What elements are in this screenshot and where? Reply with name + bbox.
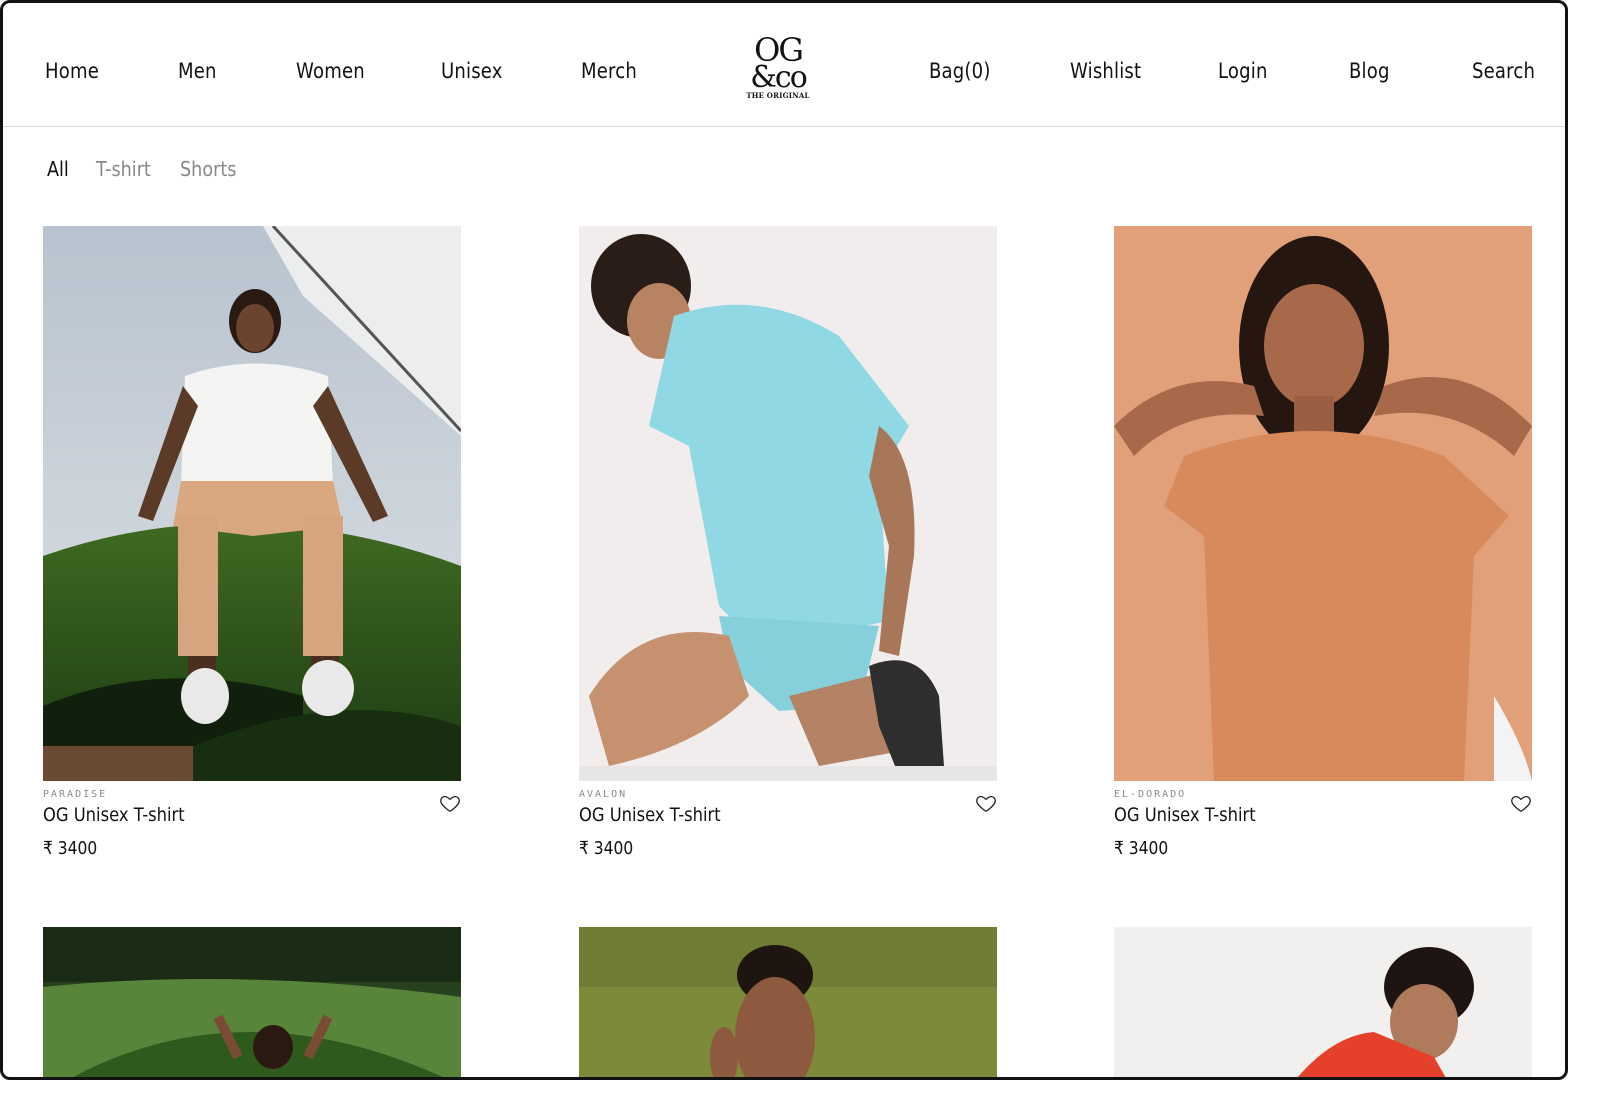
product-photo-paradise: [43, 226, 461, 781]
product-image[interactable]: [43, 927, 461, 1077]
nav-wishlist[interactable]: Wishlist: [1070, 59, 1141, 83]
nav-blog[interactable]: Blog: [1349, 59, 1390, 83]
product-name[interactable]: OG Unisex T-shirt: [43, 804, 185, 826]
product-collection: AVALON: [579, 789, 628, 800]
product-price: ₹ 3400: [43, 838, 98, 859]
logo-line-2: &co: [750, 60, 808, 95]
filter-shorts[interactable]: Shorts: [180, 157, 236, 181]
filter-all[interactable]: All: [47, 157, 69, 181]
browser-frame: Home Men Women Unisex Merch OG &co THE O…: [0, 0, 1568, 1080]
nav-men[interactable]: Men: [178, 59, 217, 83]
brand-logo[interactable]: OG &co THE ORIGINAL: [745, 34, 811, 107]
product-card[interactable]: [1114, 927, 1532, 1077]
product-collection: EL-DORADO: [1114, 789, 1187, 800]
product-name[interactable]: OG Unisex T-shirt: [579, 804, 721, 826]
product-image[interactable]: [1114, 226, 1532, 781]
nav-login[interactable]: Login: [1218, 59, 1268, 83]
wishlist-heart-icon[interactable]: [975, 792, 997, 814]
product-image[interactable]: [579, 927, 997, 1077]
product-card[interactable]: PARADISE OG Unisex T-shirt ₹ 3400: [43, 226, 461, 859]
nav-bag[interactable]: Bag(0): [929, 59, 991, 83]
product-price: ₹ 3400: [1114, 838, 1169, 859]
product-price: ₹ 3400: [579, 838, 634, 859]
product-card[interactable]: AVALON OG Unisex T-shirt ₹ 3400: [579, 226, 997, 859]
filter-tshirt[interactable]: T-shirt: [96, 157, 151, 181]
nav-women[interactable]: Women: [296, 59, 365, 83]
nav-search[interactable]: Search: [1472, 59, 1535, 83]
wishlist-heart-icon[interactable]: [439, 792, 461, 814]
product-card[interactable]: [43, 927, 461, 1077]
product-image[interactable]: [1114, 927, 1532, 1077]
product-photo-row2-1: [43, 927, 461, 1077]
product-photo-row2-2: [579, 927, 997, 1077]
product-name[interactable]: OG Unisex T-shirt: [1114, 804, 1256, 826]
product-photo-row2-3: [1114, 927, 1532, 1077]
product-photo-el-dorado: [1114, 226, 1532, 781]
product-image[interactable]: [579, 226, 997, 781]
product-collection: PARADISE: [43, 789, 108, 800]
site-header: Home Men Women Unisex Merch OG &co THE O…: [3, 3, 1565, 127]
product-image[interactable]: [43, 226, 461, 781]
product-photo-avalon: [579, 226, 997, 781]
logo-tagline: THE ORIGINAL: [746, 91, 810, 100]
nav-home[interactable]: Home: [45, 59, 99, 83]
nav-unisex[interactable]: Unisex: [441, 59, 503, 83]
nav-merch[interactable]: Merch: [581, 59, 637, 83]
product-card[interactable]: [579, 927, 997, 1077]
wishlist-heart-icon[interactable]: [1510, 792, 1532, 814]
product-card[interactable]: EL-DORADO OG Unisex T-shirt ₹ 3400: [1114, 226, 1532, 859]
